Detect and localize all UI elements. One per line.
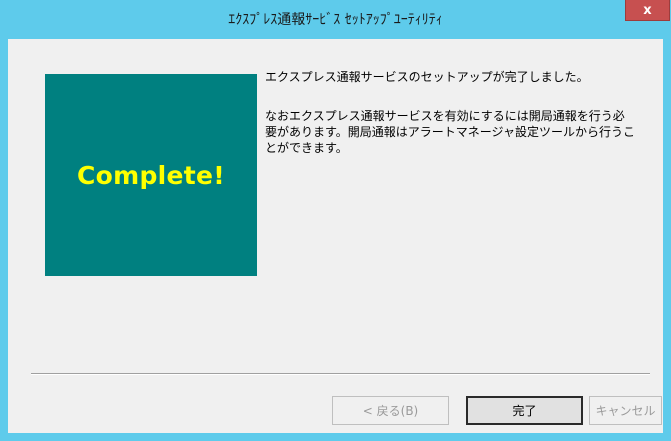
- title-bar[interactable]: ｴｸｽﾌﾟﾚｽ通報ｻｰﾋﾞｽ ｾｯﾄｱｯﾌﾟﾕｰﾃｨﾘﾃｨ x: [0, 0, 671, 39]
- window-title: ｴｸｽﾌﾟﾚｽ通報ｻｰﾋﾞｽ ｾｯﾄｱｯﾌﾟﾕｰﾃｨﾘﾃｨ: [228, 12, 443, 28]
- close-icon: x: [643, 2, 652, 18]
- cancel-button[interactable]: キャンセル: [589, 396, 662, 425]
- button-area-divider: [31, 373, 650, 375]
- back-button[interactable]: < 戻る(B): [332, 396, 449, 425]
- finish-button[interactable]: 完了: [466, 396, 583, 425]
- close-button[interactable]: x: [625, 0, 670, 21]
- complete-banner-text: Complete!: [76, 160, 225, 190]
- setup-dialog-window: ｴｸｽﾌﾟﾚｽ通報ｻｰﾋﾞｽ ｾｯﾄｱｯﾌﾟﾕｰﾃｨﾘﾃｨ x Complete…: [0, 0, 671, 441]
- activation-instructions-message: なおエクスプレス通報サービスを有効にするには開局通報を行う必 要があります。開局…: [265, 109, 635, 155]
- dialog-client-area: Complete! エクスプレス通報サービスのセットアップが完了しました。 なお…: [8, 39, 663, 433]
- complete-banner-image: Complete!: [45, 74, 257, 276]
- setup-complete-message: エクスプレス通報サービスのセットアップが完了しました。: [265, 70, 589, 84]
